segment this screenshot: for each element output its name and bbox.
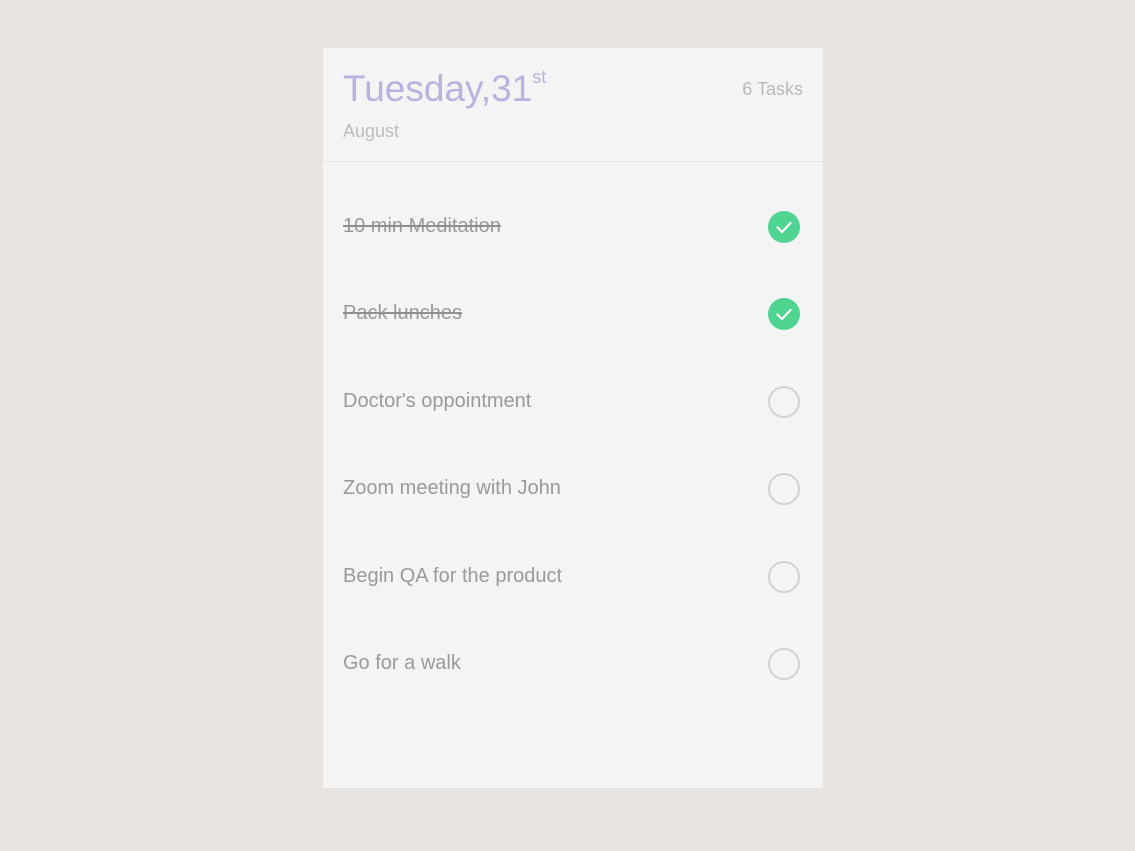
task-item[interactable]: Begin QA for the product <box>323 534 823 621</box>
task-checkbox[interactable] <box>768 473 800 506</box>
task-label: 10 min Meditation <box>343 215 501 237</box>
task-checkbox[interactable] <box>768 647 800 680</box>
task-label: Go for a walk <box>343 651 461 674</box>
month-label: August <box>343 121 400 141</box>
card-header: Tuesday,31st August 6 Tasks <box>323 48 823 162</box>
task-item[interactable]: Go for a walk <box>323 621 823 708</box>
task-item[interactable]: Zoom meeting with John <box>323 446 823 533</box>
task-count: 6 Tasks <box>742 79 803 99</box>
task-label: Pack lunches <box>343 302 462 325</box>
todo-card: Tuesday,31st August 6 Tasks 10 min Medit… <box>323 48 823 788</box>
task-item[interactable]: Doctor's oppointment <box>323 359 823 446</box>
date-number: 31 <box>491 68 533 109</box>
page-title: Tuesday,31st <box>343 68 546 110</box>
task-list: 10 min Meditation Pack lunches Doctor's … <box>323 184 823 708</box>
task-checkbox[interactable] <box>768 385 800 418</box>
task-item[interactable]: 10 min Meditation <box>323 184 823 271</box>
date-suffix: st <box>532 67 547 87</box>
task-checkbox[interactable] <box>768 211 800 243</box>
task-checkbox[interactable] <box>768 560 800 593</box>
task-label: Zoom meeting with John <box>343 477 561 500</box>
day-name: Tuesday, <box>343 68 492 109</box>
check-icon <box>776 221 792 234</box>
task-label: Begin QA for the product <box>343 564 563 587</box>
task-checkbox[interactable] <box>768 298 800 331</box>
task-label: Doctor's oppointment <box>343 389 532 412</box>
task-item[interactable]: Pack lunches <box>323 271 823 358</box>
check-icon <box>776 309 792 321</box>
